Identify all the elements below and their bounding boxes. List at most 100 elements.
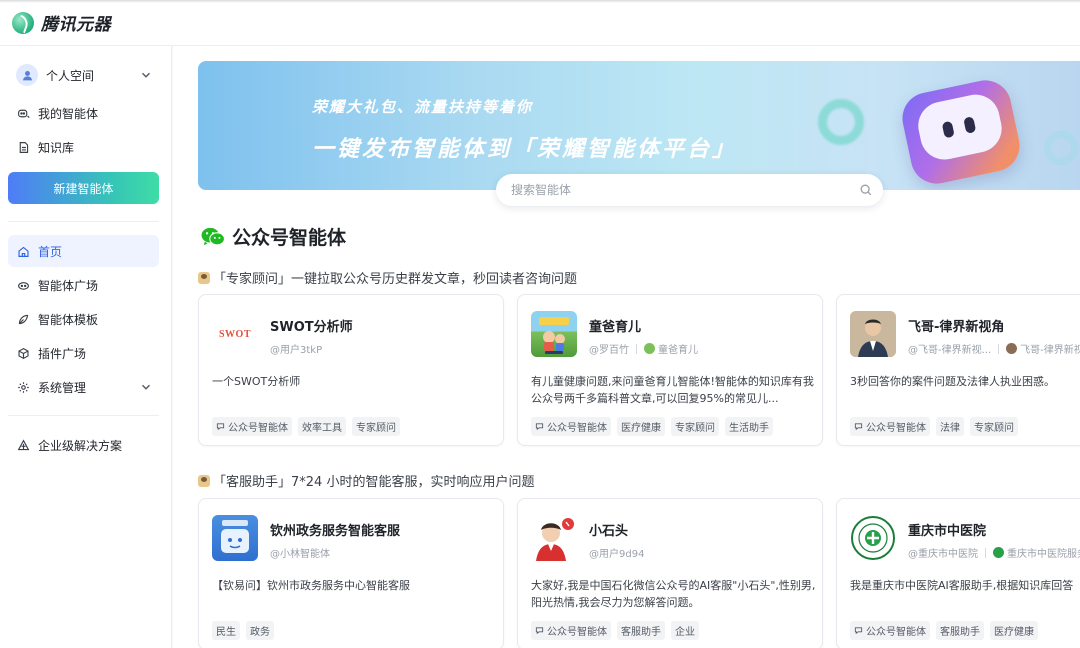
agent-description: 3秒回答你的案件问题及法律人执业困惑。 [850,375,1055,388]
tag-list: 民生 政务 [212,621,274,640]
agent-card[interactable]: 钦州政务服务智能客服 @小林智能体 【钦易问】钦州市政务服务中心智能客服 民生 … [198,498,504,648]
sidebar-item-my-agents[interactable]: 我的智能体 [8,97,159,129]
chat-bubble-icon [216,423,225,431]
sidebar-item-home[interactable]: 首页 [8,235,159,267]
tag-list: 公众号智能体 客服助手 医疗健康 [850,621,1038,640]
agent-thumbnail: SWOT [212,311,258,357]
workspace-label: 个人空间 [46,68,95,83]
agent-card[interactable]: 小石头 @用户9d94 大家好,我是中国石化微信公众号的AI客服"小石头",性别… [517,498,823,648]
agent-thumbnail [531,515,577,561]
agent-thumbnail [531,311,577,357]
chevron-down-icon [142,72,150,78]
author-handle: @罗百竹 [589,345,629,356]
tag-label: 公众号智能体 [547,423,607,434]
sidebar-item-agent-templates[interactable]: 智能体模板 [8,303,159,335]
author-separator [636,343,637,354]
sidebar-item-enterprise[interactable]: 企业级解决方案 [8,429,159,461]
tag: 客服助手 [936,621,984,640]
author-handle: @用户3tkP [270,345,323,356]
agent-name: 飞哥-律界新视角 [908,320,1005,335]
sidebar-item-agent-plaza[interactable]: 智能体广场 [8,269,159,301]
tag: 专家顾问 [352,417,400,436]
agent-card[interactable]: 童爸育儿 @罗百竹 童爸育儿 有儿童健康问题,来问童爸育儿智能体!智能体的知识库… [517,294,823,446]
plugin-icon [16,346,30,360]
agent-card[interactable]: 重庆市中医院 @重庆市中医院 重庆市中医院服务 我是重庆市中医院AI客服助手,根… [836,498,1080,648]
tag: 政务 [246,621,274,640]
agent-description: 【钦易问】钦州市政务服务中心智能客服 [212,579,410,592]
source-account: 童爸育儿 [658,345,698,356]
hospital-seal-icon [851,516,895,560]
agent-card[interactable]: 飞哥-律界新视角 @飞哥-律界新视... 飞哥-律界新视 3秒回答你的案件问题及… [836,294,1080,446]
tag: 公众号智能体 [850,417,930,436]
agent-icon [16,106,30,120]
section-title-text: 公众号智能体 [232,227,347,249]
agent-thumbnail [212,515,258,561]
service-emoji-icon [198,474,210,487]
sidebar-item-system-admin[interactable]: 系统管理 [8,371,159,403]
chat-bubble-icon [535,627,544,635]
logo-icon[interactable] [12,11,34,34]
tag: 公众号智能体 [212,417,292,436]
promo-banner[interactable]: 荣耀大礼包、流量扶持等着你 一键发布智能体到「荣耀智能体平台」 [198,61,1080,190]
lawyer-portrait-icon [850,311,896,357]
banner-ring-decoration [1044,131,1078,165]
agent-thumbnail [850,311,896,357]
search-icon[interactable] [859,183,873,197]
sidebar-item-label: 知识库 [38,140,75,155]
sidebar-item-knowledge[interactable]: 知识库 [8,131,159,163]
chat-bubble-icon [854,423,863,431]
search-bar[interactable] [496,174,883,206]
agent-author: @用户3tkP [270,341,322,356]
agent-author: @小林智能体 [270,545,330,560]
sidebar-item-label: 智能体模板 [38,312,99,327]
mascot-eye [963,116,977,134]
author-separator [998,343,1000,354]
tag-list: 公众号智能体 法律 专家顾问 [850,417,1018,436]
tag-list: 公众号智能体 客服助手 企业 [531,621,699,640]
tag: 公众号智能体 [850,621,930,640]
user-avatar-icon [16,64,38,86]
expert-emoji-icon [198,271,210,284]
source-account: 飞哥-律界新视 [1020,345,1080,356]
tag: 效率工具 [298,417,346,436]
agent-description: 有儿童健康问题,来问童爸育儿智能体!智能体的知识库有我公众号两千多篇科普文章,可… [531,375,814,405]
brand-name[interactable]: 腾讯元器 [41,10,111,35]
agent-author: @飞哥-律界新视... 飞哥-律界新视 [908,341,1080,356]
tag: 民生 [212,621,240,640]
agent-thumbnail [850,515,896,561]
agent-author: @用户9d94 [589,545,644,560]
chat-bubble-icon [535,423,544,431]
tag-list: 公众号智能体 效率工具 专家顾问 [212,417,400,436]
home-icon [16,244,30,258]
sidebar-divider [8,221,159,222]
tag-label: 公众号智能体 [228,423,288,434]
tag: 医疗健康 [617,417,665,436]
sidebar-item-label: 插件广场 [38,346,87,361]
tag-list: 公众号智能体 医疗健康 专家顾问 生活助手 [531,417,773,436]
tag: 生活助手 [725,417,773,436]
sidebar-item-label: 我的智能体 [38,106,99,121]
agent-name: 钦州政务服务智能客服 [270,524,401,539]
banner-headline: 一键发布智能体到「荣耀智能体平台」 [312,137,738,162]
search-input[interactable] [511,183,831,197]
settings-icon [16,380,30,394]
agent-name: 重庆市中医院 [908,524,987,539]
tag-label: 公众号智能体 [547,627,607,638]
agent-description: 我是重庆市中医院AI客服助手,根据知识库回答 [850,579,1074,592]
agent-card[interactable]: SWOT SWOT分析师 @用户3tkP 一个SWOT分析师 公众号智能体 效率… [198,294,504,446]
sidebar-item-plugin-plaza[interactable]: 插件广场 [8,337,159,369]
agent-name: 童爸育儿 [589,320,642,335]
agent-author: @罗百竹 童爸育儿 [589,341,698,356]
author-handle: @小林智能体 [270,549,330,560]
agent-description: 大家好,我是中国石化微信公众号的AI客服"小石头",性别男,阳光热情,我会尽力为… [531,579,816,609]
tag-label: 公众号智能体 [866,627,926,638]
tag: 法律 [936,417,964,436]
workspace-switcher[interactable]: 个人空间 [8,59,159,91]
mascot-boy-icon [536,518,574,561]
new-agent-button[interactable]: 新建智能体 [8,172,159,204]
tag: 公众号智能体 [531,621,611,640]
agent-description: 一个SWOT分析师 [212,375,301,388]
source-avatar-icon [644,343,655,354]
mascot-eye [941,120,955,139]
sidebar-item-label: 企业级解决方案 [38,438,123,453]
